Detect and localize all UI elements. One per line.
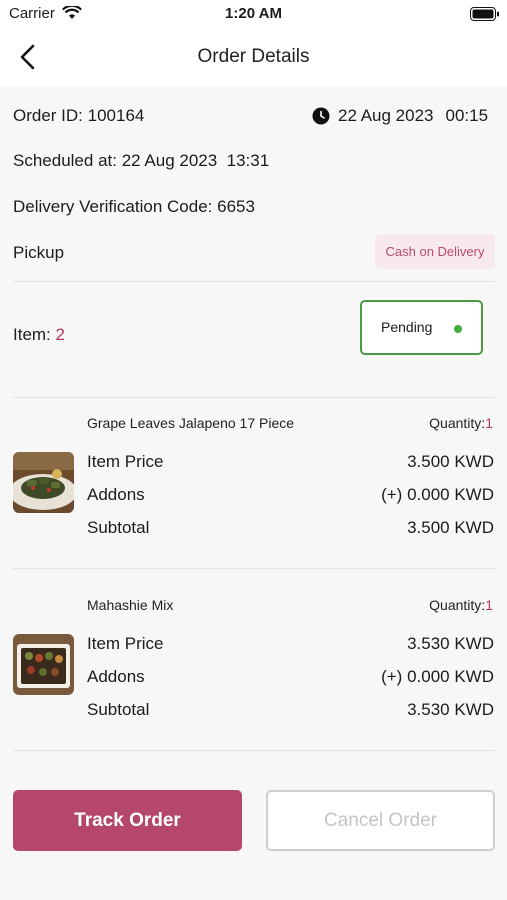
track-order-button[interactable]: Track Order bbox=[13, 790, 242, 851]
verification-value: 6653 bbox=[217, 197, 255, 216]
quantity-label: Quantity: bbox=[429, 415, 486, 431]
item-image bbox=[13, 634, 74, 695]
cancel-order-button[interactable]: Cancel Order bbox=[266, 790, 495, 851]
order-date: 22 Aug 2023 bbox=[338, 106, 434, 125]
divider bbox=[13, 750, 495, 751]
items-count: Item: 2 bbox=[13, 325, 65, 345]
item-quantity: Quantity:1 bbox=[294, 415, 494, 431]
items-label: Item: bbox=[13, 325, 51, 344]
item-price-value: 3.530 KWD bbox=[407, 634, 494, 653]
scheduled-at: Scheduled at: 22 Aug 2023 13:31 bbox=[13, 151, 269, 171]
addons-label: Addons bbox=[87, 667, 145, 686]
item-price-value: 3.500 KWD bbox=[407, 452, 494, 471]
navigation-bar: Order Details bbox=[0, 28, 507, 86]
addons-value: (+) 0.000 KWD bbox=[381, 667, 494, 686]
items-count-value: 2 bbox=[55, 325, 65, 344]
item-name: Mahashie Mix bbox=[87, 597, 174, 613]
scheduled-label: Scheduled at: bbox=[13, 151, 117, 170]
item-price-label: Item Price bbox=[87, 634, 164, 653]
verification-label: Delivery Verification Code: bbox=[13, 197, 213, 216]
order-id-label: Order ID: bbox=[13, 106, 83, 125]
payment-method-badge: Cash on Delivery bbox=[375, 234, 495, 269]
subtotal-label: Subtotal bbox=[87, 518, 150, 537]
order-datetime: 22 Aug 2023 00:15 bbox=[312, 106, 488, 126]
addons-label: Addons bbox=[87, 485, 145, 504]
battery-icon bbox=[470, 7, 500, 26]
clock-icon bbox=[312, 107, 330, 125]
clock-time: 1:20 AM bbox=[225, 5, 282, 22]
order-item: Mahashie Mix Quantity:1 Item Price 3.530… bbox=[0, 579, 507, 729]
addons-value: (+) 0.000 KWD bbox=[381, 485, 494, 504]
subtotal-label: Subtotal bbox=[87, 700, 150, 719]
verification-code: Delivery Verification Code: 6653 bbox=[13, 197, 255, 217]
divider bbox=[13, 568, 495, 569]
item-price-label: Item Price bbox=[87, 452, 164, 471]
scheduled-value: 22 Aug 2023 13:31 bbox=[121, 151, 270, 170]
page-title: Order Details bbox=[197, 46, 310, 67]
quantity-value: 1 bbox=[485, 415, 493, 431]
quantity-value: 1 bbox=[485, 597, 493, 613]
status-bar: Carrier 1:20 AM bbox=[0, 0, 507, 28]
item-name: Grape Leaves Jalapeno 17 Piece bbox=[87, 415, 295, 431]
quantity-label: Quantity: bbox=[429, 597, 486, 613]
subtotal-value: 3.500 KWD bbox=[407, 518, 494, 537]
order-id: Order ID: 100164 bbox=[13, 106, 144, 126]
subtotal-value: 3.530 KWD bbox=[407, 700, 494, 719]
item-quantity: Quantity:1 bbox=[294, 597, 494, 613]
item-image bbox=[13, 452, 74, 513]
status-dot bbox=[454, 325, 462, 333]
divider bbox=[13, 281, 495, 282]
order-status-badge: Pending bbox=[360, 300, 483, 355]
order-time: 00:15 bbox=[445, 106, 489, 125]
order-id-value: 100164 bbox=[87, 106, 145, 125]
delivery-type: Pickup bbox=[13, 243, 65, 262]
order-item: Grape Leaves Jalapeno 17 Piece Quantity:… bbox=[0, 397, 507, 547]
status-label: Pending bbox=[381, 319, 433, 335]
